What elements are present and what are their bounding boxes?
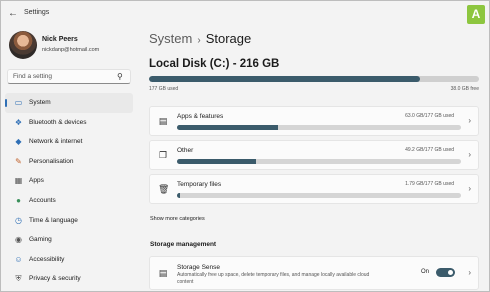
category-usage-fill — [177, 159, 256, 164]
chevron-right-icon: › — [468, 150, 471, 159]
category-label: Other — [177, 147, 194, 154]
accessibility-icon: ☺ — [14, 254, 23, 264]
sidebar-item-label: Apps — [29, 177, 44, 185]
category-usage: 1.79 GB/177 GB used — [405, 181, 454, 187]
app-title: Settings — [24, 9, 50, 16]
chevron-right-icon: › — [468, 116, 471, 125]
category-usage-bar — [177, 125, 461, 130]
breadcrumb: System › Storage — [149, 31, 251, 46]
sidebar-item-personalisation[interactable]: ✎ Personalisation — [5, 152, 133, 172]
page-title: Storage — [205, 31, 252, 46]
other-files-icon: ❐ — [158, 150, 168, 160]
category-usage-bar — [177, 193, 461, 198]
shield-icon: ⛨ — [15, 274, 22, 284]
trash-icon: 🗑 — [158, 184, 170, 194]
sidebar-item-label: Privacy & security — [29, 275, 81, 283]
disk-title: Local Disk (C:) - 216 GB — [149, 58, 280, 70]
show-more-categories-link[interactable]: Show more categories — [150, 216, 205, 222]
storage-sense-title: Storage Sense — [177, 264, 221, 271]
storage-sense-card[interactable]: ▤ Storage Sense Automatically free up sp… — [149, 256, 479, 290]
category-label: Temporary files — [177, 181, 222, 188]
disk-usage-fill — [149, 76, 420, 82]
storage-sense-state: On — [420, 269, 429, 275]
sidebar-item-bluetooth[interactable]: ❖ Bluetooth & devices — [5, 113, 133, 133]
sidebar-item-label: Bluetooth & devices — [29, 118, 87, 126]
apps-features-icon: ▤ — [158, 116, 168, 126]
search-input[interactable]: Find a setting ⚲ — [7, 69, 131, 84]
category-usage-bar — [177, 159, 461, 164]
search-placeholder: Find a setting — [13, 73, 53, 80]
breadcrumb-separator: › — [197, 35, 201, 46]
sidebar-item-system[interactable]: ▭ System — [5, 93, 133, 113]
category-usage: 49.2 GB/177 GB used — [405, 147, 454, 153]
toggle-knob — [448, 270, 453, 275]
disk-free-label: 38.0 GB free — [450, 86, 479, 92]
profile-email: nickdanp@hotmail.com — [42, 47, 100, 53]
category-label: Apps & features — [177, 113, 224, 120]
main-content: System › Storage Local Disk (C:) - 216 GB … — [139, 27, 489, 292]
storage-sense-description: Automatically free up space, delete temp… — [177, 272, 370, 285]
sidebar-item-label: Accounts — [29, 196, 56, 204]
sidebar-item-label: Network & internet — [29, 138, 83, 146]
back-arrow-icon[interactable]: ← — [7, 8, 19, 20]
sidebar-item-time-language[interactable]: ◷ Time & language — [5, 211, 133, 231]
time-language-icon: ◷ — [15, 215, 22, 225]
sidebar-item-label: System — [29, 99, 51, 106]
brush-icon: ✎ — [15, 156, 22, 166]
category-other[interactable]: ❐ Other 49.2 GB/177 GB used › — [149, 140, 479, 170]
storage-management-heading: Storage management — [150, 241, 217, 248]
category-usage-fill — [177, 125, 279, 130]
bluetooth-icon: ❖ — [14, 117, 23, 127]
brand-badge: A — [467, 5, 485, 24]
sidebar-item-label: Accessibility — [29, 255, 65, 263]
storage-sense-icon: ▤ — [158, 268, 168, 278]
gaming-icon: ◉ — [15, 235, 22, 245]
sidebar-item-accessibility[interactable]: ☺ Accessibility — [5, 250, 133, 270]
chevron-right-icon[interactable]: › — [468, 268, 471, 278]
disk-used-label: 177 GB used — [149, 86, 179, 92]
sidebar-item-accounts[interactable]: ● Accounts — [5, 191, 133, 211]
storage-sense-toggle[interactable] — [436, 268, 455, 277]
category-usage: 63.0 GB/177 GB used — [405, 113, 454, 119]
breadcrumb-parent[interactable]: System — [149, 31, 192, 46]
disk-usage-bar — [149, 76, 479, 82]
profile-name: Nick Peers — [42, 36, 78, 43]
sidebar-item-apps[interactable]: ▦ Apps — [5, 171, 133, 191]
user-profile[interactable]: Nick Peers nickdanp@hotmail.com — [9, 31, 137, 61]
apps-icon: ▦ — [14, 176, 23, 186]
category-temporary-files[interactable]: 🗑 Temporary files 1.79 GB/177 GB used › — [149, 174, 479, 204]
sidebar-item-label: Time & language — [29, 216, 78, 224]
system-icon: ▭ — [14, 98, 23, 107]
sidebar-item-label: Personalisation — [29, 157, 74, 165]
sidebar-item-gaming[interactable]: ◉ Gaming — [5, 230, 133, 250]
avatar — [9, 31, 37, 59]
sidebar-item-privacy-security[interactable]: ⛨ Privacy & security — [5, 269, 133, 289]
network-icon: ◆ — [15, 137, 22, 147]
title-bar: ← Settings A — [1, 1, 489, 27]
search-icon[interactable]: ⚲ — [117, 72, 126, 81]
sidebar-item-network[interactable]: ◆ Network & internet — [5, 132, 133, 152]
chevron-right-icon: › — [468, 184, 471, 193]
sidebar: Nick Peers nickdanp@hotmail.com Find a s… — [1, 27, 139, 292]
accounts-icon: ● — [16, 195, 21, 205]
category-usage-fill — [177, 193, 180, 198]
sidebar-item-label: Gaming — [29, 236, 52, 244]
sidebar-nav: ▭ System ❖ Bluetooth & devices ◆ Network… — [5, 93, 133, 289]
category-apps-features[interactable]: ▤ Apps & features 63.0 GB/177 GB used › — [149, 106, 479, 136]
